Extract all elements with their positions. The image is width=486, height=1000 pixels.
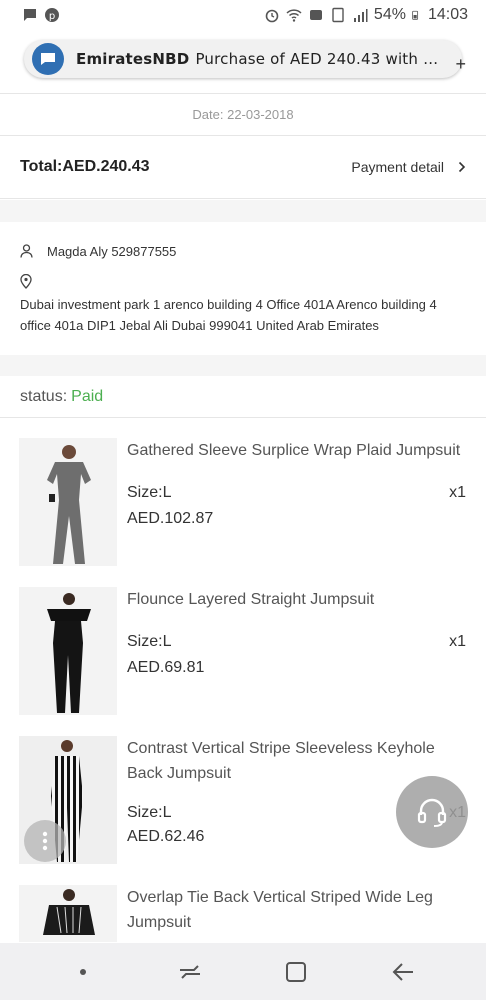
person-icon — [20, 244, 33, 258]
signal-icon — [353, 9, 368, 22]
chat-bubble-icon — [32, 43, 64, 75]
back-button[interactable] — [378, 952, 428, 992]
recipient-name: Magda Aly 529877555 — [47, 243, 177, 259]
headset-icon — [417, 798, 447, 827]
notification-app-name: EmiratesNBD — [76, 50, 190, 68]
more-options-button[interactable] — [24, 820, 66, 862]
recent-apps-icon — [179, 964, 200, 979]
product-qty: x1 — [449, 484, 466, 501]
order-total: Total:AED.240.43 — [20, 158, 150, 175]
product-price: AED.62.46 — [127, 828, 205, 845]
home-icon — [286, 961, 307, 982]
product-title: Overlap Tie Back Vertical Striped Wide L… — [127, 889, 433, 931]
location-pin-icon — [20, 273, 32, 289]
product-item[interactable]: Flounce Layered Straight Jumpsuit Size:L… — [0, 569, 486, 718]
product-title: Gathered Sleeve Surplice Wrap Plaid Jump… — [127, 442, 461, 459]
product-price: AED.69.81 — [127, 659, 205, 676]
total-row: Total:AED.240.43 Payment detail — [0, 136, 486, 199]
home-button[interactable] — [271, 952, 321, 992]
system-navigation-bar — [0, 943, 486, 1000]
order-date: Date: 22-03-2018 — [0, 94, 486, 136]
product-price: AED.102.87 — [127, 510, 214, 527]
dot-icon — [80, 968, 87, 975]
product-size: Size:L — [127, 484, 172, 501]
recipient-row: Magda Aly 529877555 — [20, 240, 466, 262]
product-size: Size:L — [127, 804, 172, 821]
location-row — [20, 273, 466, 290]
product-list: Gathered Sleeve Surplice Wrap Plaid Jump… — [0, 420, 486, 942]
message-icon — [24, 9, 36, 21]
status-value: Paid — [71, 387, 104, 405]
customer-support-button[interactable] — [396, 776, 468, 848]
battery-icon — [412, 10, 418, 20]
alarm-icon — [265, 9, 279, 23]
product-size: Size:L — [127, 633, 172, 650]
pinterest-icon: p — [45, 8, 59, 22]
payment-detail-link[interactable]: Payment detail — [351, 159, 466, 175]
section-gap — [0, 355, 486, 376]
section-gap — [0, 200, 486, 222]
shipping-address: Magda Aly 529877555 Dubai investment par… — [0, 222, 486, 355]
wifi-icon — [286, 9, 302, 22]
payment-detail-label: Payment detail — [351, 159, 444, 175]
svg-text:p: p — [49, 11, 55, 22]
status-label: status: — [20, 387, 68, 405]
order-date-text: Date: 22-03-2018 — [192, 107, 294, 122]
product-item[interactable]: Overlap Tie Back Vertical Striped Wide L… — [0, 867, 486, 942]
product-title: Flounce Layered Straight Jumpsuit — [127, 591, 375, 608]
product-image — [19, 438, 117, 566]
notification-message: Purchase of AED 240.43 with Debit Car... — [195, 50, 446, 68]
plus-icon: + — [455, 54, 466, 74]
more-vertical-icon — [42, 831, 48, 851]
notification-text: EmiratesNBD Purchase of AED 240.43 with D… — [76, 50, 446, 68]
order-status: status: Paid — [0, 376, 486, 418]
recent-apps-button[interactable] — [165, 952, 215, 992]
battery-percent: 54% — [373, 6, 406, 23]
notification-icon — [309, 10, 322, 20]
sim-icon — [332, 7, 344, 23]
chevron-right-icon — [458, 161, 466, 173]
product-item[interactable]: Gathered Sleeve Surplice Wrap Plaid Jump… — [0, 420, 486, 569]
product-image — [19, 587, 117, 715]
nav-dot-button[interactable] — [58, 952, 108, 992]
clock: 14:03 — [427, 6, 468, 23]
back-arrow-icon — [392, 962, 413, 981]
address-text: Dubai investment park 1 arenco building … — [20, 297, 437, 333]
status-bar: p 54% 14:03 — [0, 0, 486, 30]
product-image — [19, 885, 117, 942]
notification-banner[interactable]: EmiratesNBD Purchase of AED 240.43 with D… — [24, 40, 466, 78]
product-qty: x1 — [449, 633, 466, 650]
